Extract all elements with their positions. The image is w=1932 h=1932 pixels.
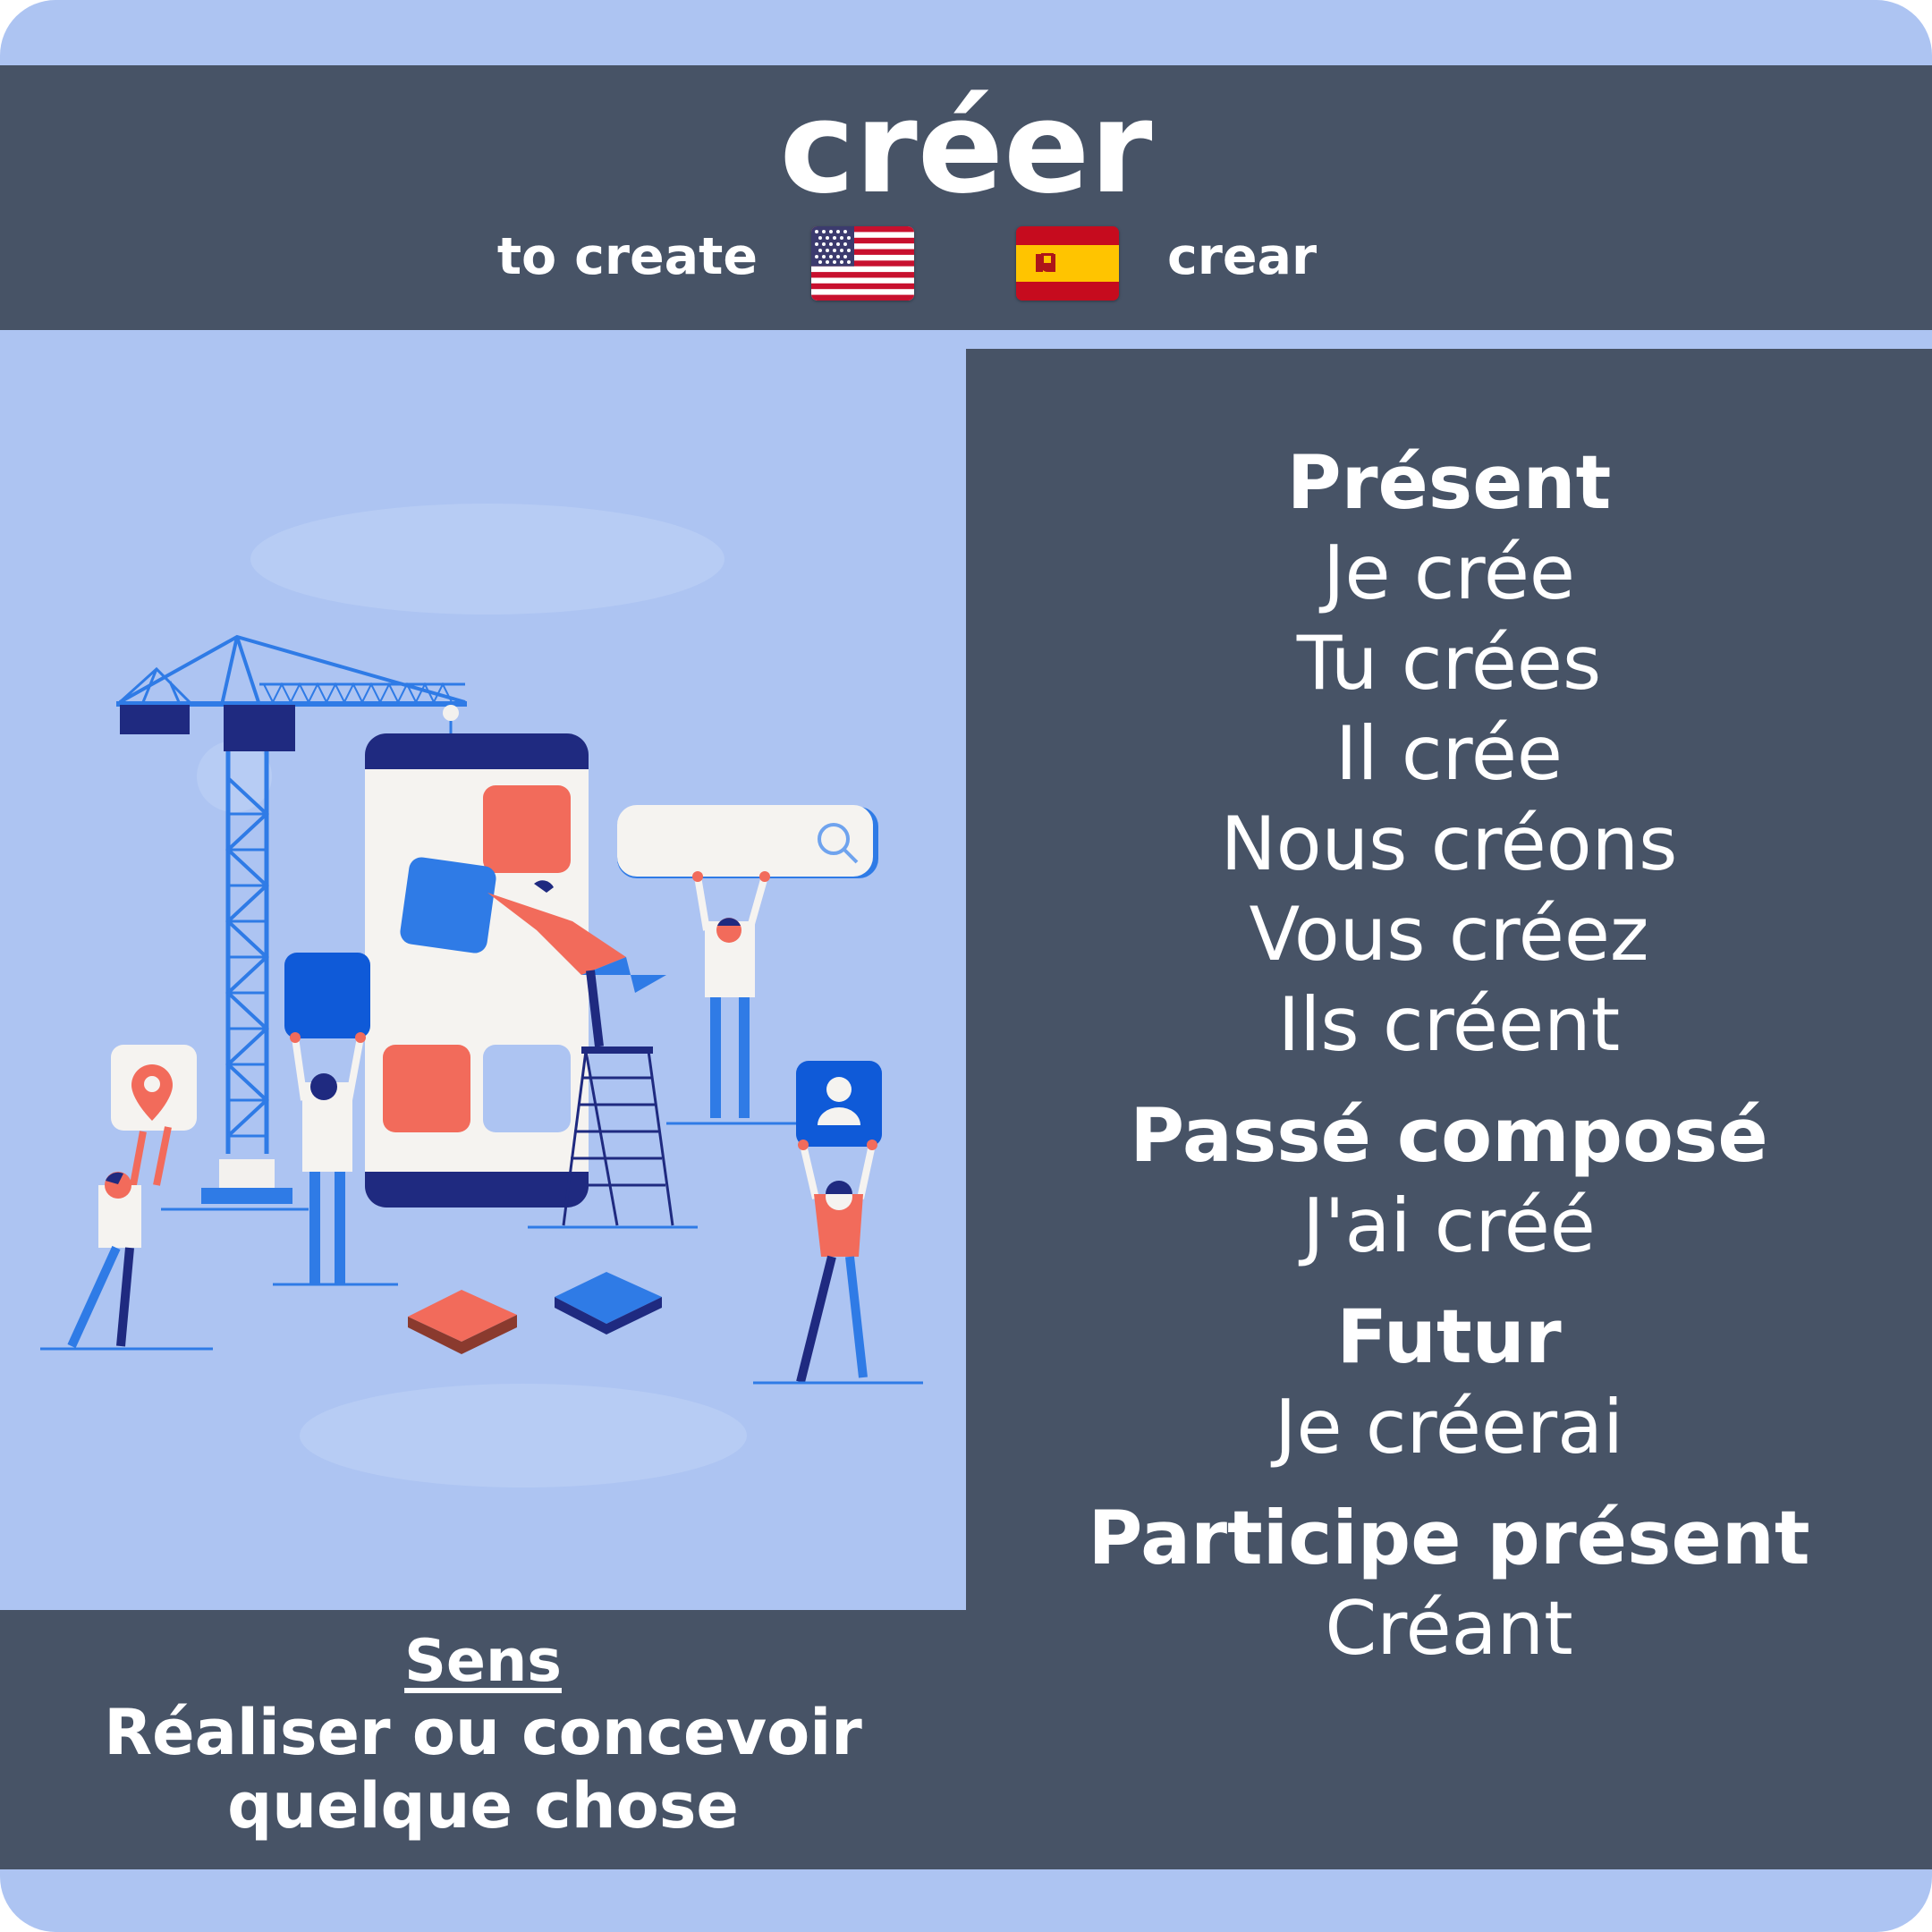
floor-tiles xyxy=(408,1272,662,1354)
conjugation-panel: Présent Je crée Tu crées Il crée Nous cr… xyxy=(966,349,1932,1869)
participe-present-form: Créant xyxy=(1325,1585,1573,1672)
present-form: Ils créent xyxy=(1277,981,1621,1068)
present-form: Tu crées xyxy=(1296,620,1602,707)
futur-form: Je créerai xyxy=(1274,1384,1624,1470)
present-form: Vous créez xyxy=(1249,891,1649,978)
tense-title-futur: Futur xyxy=(1336,1293,1562,1380)
present-form: Il crée xyxy=(1335,710,1563,797)
location-pin-icon xyxy=(111,1045,197,1131)
spain-flag-icon xyxy=(1016,226,1119,301)
meaning-label: Sens xyxy=(404,1628,562,1695)
construction-illustration xyxy=(0,349,966,1610)
worker-holding-profile xyxy=(753,1140,923,1385)
spanish-translation: crear xyxy=(1167,227,1318,286)
worker-holding-location xyxy=(40,1126,213,1351)
search-bar-icon xyxy=(617,805,878,878)
english-translation: to create xyxy=(496,227,758,286)
tense-title-present: Présent xyxy=(1286,439,1612,526)
present-form: Je crée xyxy=(1323,530,1575,616)
present-form: Nous créons xyxy=(1220,801,1678,887)
user-profile-icon xyxy=(796,1061,882,1147)
worker-holding-search xyxy=(666,871,796,1125)
tense-title-passe-compose: Passé composé xyxy=(1130,1092,1768,1179)
verb-title: créer xyxy=(779,74,1153,222)
phone-icon xyxy=(365,733,589,1208)
passe-compose-form: J'ai créé xyxy=(1302,1182,1596,1269)
verb-card: créer to create crear Présent Je crée Tu… xyxy=(0,0,1932,1932)
meaning-text: Réaliser ou concevoir quelque chose xyxy=(104,1696,862,1843)
tense-title-participe-present: Participe présent xyxy=(1088,1495,1810,1581)
us-flag-icon xyxy=(811,226,914,301)
